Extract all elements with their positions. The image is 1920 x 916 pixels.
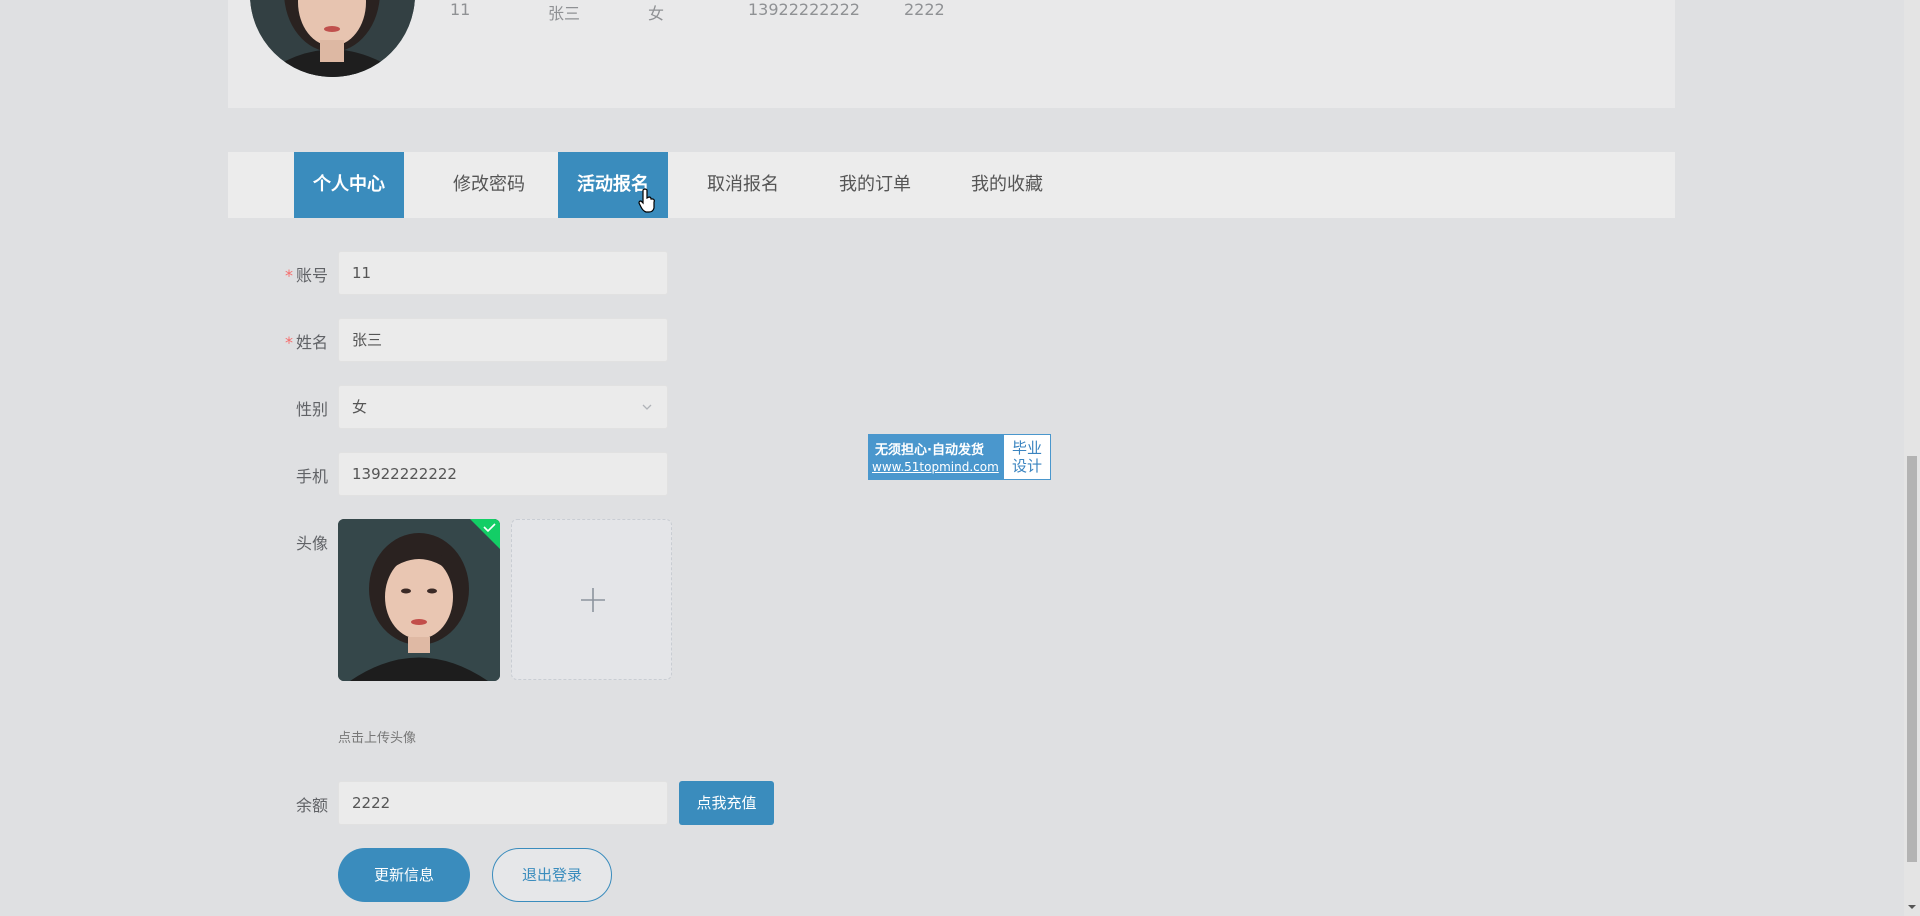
profile-avatar (250, 0, 415, 77)
required-mark: * (284, 333, 293, 352)
upload-success-check-icon (470, 519, 500, 549)
watermark-line2: www.51topmind.com (872, 460, 999, 474)
recharge-button[interactable]: 点我充值 (679, 781, 774, 825)
summary-phone: 13922222222 (748, 0, 860, 19)
name-input[interactable]: 张三 (338, 318, 668, 362)
tab-personal-center[interactable]: 个人中心 (294, 152, 404, 218)
name-label: * 姓名 (284, 333, 328, 352)
watermark-badge: 无须担心·自动发货 www.51topmind.com 毕业 设计 (868, 434, 1051, 480)
watermark-side: 毕业 设计 (1004, 435, 1050, 479)
watermark-line1: 无须担心·自动发货 (875, 443, 984, 458)
summary-balance: 2222 (904, 0, 945, 19)
profile-summary-card: 11 张三 女 13922222222 2222 (228, 0, 1675, 108)
vertical-scrollbar[interactable] (1904, 0, 1920, 916)
summary-account: 11 (450, 0, 471, 19)
tab-change-password[interactable]: 修改密码 (414, 152, 564, 218)
account-label: * 账号 (284, 266, 328, 285)
gender-select[interactable]: 女 (338, 385, 668, 429)
summary-gender: 女 (648, 4, 665, 23)
scrollbar-thumb[interactable] (1907, 456, 1917, 862)
balance-input[interactable]: 2222 (338, 781, 668, 825)
avatar-portrait-image (250, 0, 415, 77)
account-input[interactable]: 11 (338, 251, 668, 295)
gender-label: 性别 (295, 400, 328, 419)
upload-hint: 点击上传头像 (338, 731, 417, 746)
hand-cursor-icon (638, 188, 655, 213)
summary-name: 张三 (548, 4, 581, 23)
logout-button[interactable]: 退出登录 (492, 848, 612, 902)
update-info-button[interactable]: 更新信息 (338, 848, 470, 902)
uploaded-avatar-thumbnail[interactable] (338, 519, 500, 681)
scroll-down-arrow-icon[interactable] (1908, 903, 1916, 911)
tab-my-orders[interactable]: 我的订单 (810, 152, 940, 218)
required-mark: * (284, 266, 293, 285)
phone-input[interactable]: 13922222222 (338, 452, 668, 496)
tab-my-favorites[interactable]: 我的收藏 (942, 152, 1072, 218)
avatar-label: 头像 (295, 534, 328, 553)
tab-cancel-signup[interactable]: 取消报名 (678, 152, 808, 218)
balance-label: 余额 (295, 796, 328, 815)
avatar-upload-button[interactable] (511, 519, 672, 680)
chevron-down-icon (642, 404, 652, 410)
phone-label: 手机 (295, 467, 328, 486)
plus-icon (581, 588, 605, 612)
tab-bar: 个人中心 修改密码 活动报名 取消报名 我的订单 我的收藏 (228, 152, 1675, 218)
